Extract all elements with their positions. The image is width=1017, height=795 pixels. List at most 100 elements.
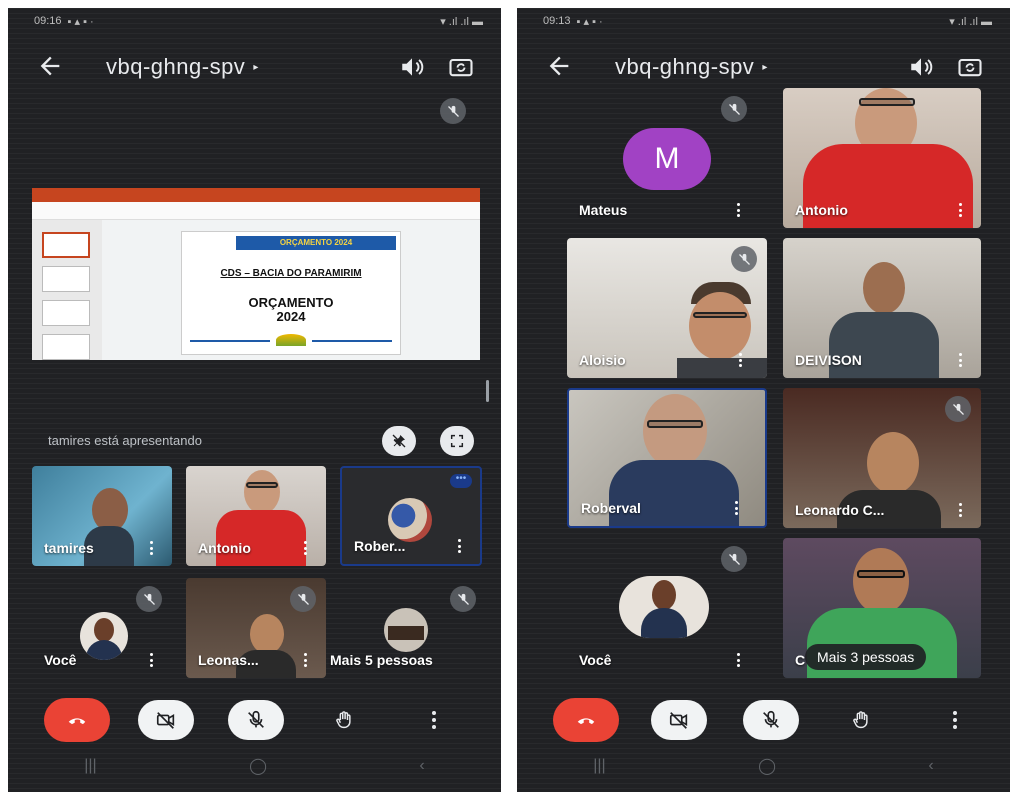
meeting-topbar: vbq-ghng-spv ▸ <box>517 46 1010 86</box>
participant-name: Leonardo C... <box>795 502 885 518</box>
participant-tile-leonardo[interactable]: Leonardo C... <box>783 388 981 528</box>
speaker-icon[interactable] <box>399 54 425 80</box>
participant-tile-roberval[interactable]: Roberval <box>567 388 767 528</box>
participant-tile-tamires[interactable]: tamires <box>32 466 172 566</box>
meeting-code[interactable]: vbq-ghng-spv ▸ <box>106 54 259 80</box>
participant-tile-more[interactable]: C Mais 3 pessoas <box>783 538 981 678</box>
more-vert-icon[interactable] <box>959 503 963 517</box>
more-vert-icon[interactable] <box>150 541 154 555</box>
mic-toggle-button[interactable] <box>228 700 284 740</box>
avatar <box>80 612 128 660</box>
home-icon[interactable]: ◯ <box>249 756 267 776</box>
participant-tile-antonio[interactable]: Antonio <box>186 466 326 566</box>
more-vert-icon[interactable] <box>737 203 741 217</box>
fullscreen-icon <box>450 434 464 448</box>
participant-name: C <box>795 652 806 668</box>
more-vert-icon[interactable] <box>304 653 308 667</box>
raise-hand-button[interactable] <box>841 700 881 740</box>
fullscreen-button[interactable] <box>440 426 474 456</box>
status-bar: 09:13 ▪ ▴ ▪ · ▾ .ıl .ıl ▬ <box>517 8 1010 34</box>
ppt-thumbnails <box>32 220 102 360</box>
mic-off-icon <box>136 586 162 612</box>
mic-off-icon <box>763 710 779 728</box>
home-icon[interactable]: ◯ <box>758 756 776 776</box>
end-call-icon <box>577 718 595 725</box>
back-arrow-icon[interactable] <box>545 52 573 80</box>
pin-off-icon <box>392 434 406 448</box>
participant-tile-deivison[interactable]: DEIVISON <box>783 238 981 378</box>
camera-off-icon <box>156 712 175 729</box>
participant-name: tamires <box>44 540 94 556</box>
mic-off-icon <box>721 96 747 122</box>
more-participants-tile[interactable]: Mais 5 pessoas <box>326 578 486 678</box>
mic-off-icon <box>721 546 747 572</box>
recent-apps-icon[interactable]: ||| <box>84 757 96 775</box>
unpin-button[interactable] <box>382 426 416 456</box>
more-vert-icon[interactable] <box>458 539 462 553</box>
avatar <box>619 576 709 638</box>
back-icon[interactable]: ‹ <box>419 757 424 775</box>
camera-off-icon <box>669 712 688 729</box>
slide-title-line2: 2024 <box>276 309 306 324</box>
shared-screen-presentation[interactable]: ORÇAMENTO 2024 CDS – BACIA DO PARAMIRIM … <box>32 188 480 360</box>
participant-name: Antonio <box>795 202 848 218</box>
slide-thumbnail <box>42 266 90 292</box>
android-navbar: ||| ◯ ‹ <box>8 746 501 786</box>
more-vert-icon[interactable] <box>150 653 154 667</box>
status-time: 09:13 <box>543 15 571 27</box>
android-navbar: ||| ◯ ‹ <box>517 746 1010 786</box>
back-arrow-icon[interactable] <box>36 52 64 80</box>
participant-tile-self[interactable]: Você <box>567 538 767 678</box>
switch-camera-icon[interactable] <box>447 53 475 81</box>
speaking-indicator-icon: ••• <box>450 474 472 488</box>
camera-toggle-button[interactable] <box>138 700 194 740</box>
slide-thumbnail <box>42 232 90 258</box>
mic-off-icon <box>440 98 466 124</box>
participant-tile-aloisio[interactable]: Aloisio <box>567 238 767 378</box>
mic-off-icon <box>450 586 476 612</box>
more-vert-icon[interactable] <box>959 203 963 217</box>
back-icon[interactable]: ‹ <box>928 757 933 775</box>
more-options-button[interactable] <box>935 700 975 740</box>
notification-icons: ▪ ▴ ▪ · <box>67 15 94 28</box>
participant-tile-mateus[interactable]: M Mateus <box>567 88 767 228</box>
raise-hand-button[interactable] <box>324 700 364 740</box>
speaker-icon[interactable] <box>908 54 934 80</box>
end-call-button[interactable] <box>553 698 619 742</box>
signal-battery-icons: ▾ .ıl .ıl ▬ <box>949 15 992 28</box>
mic-toggle-button[interactable] <box>743 700 799 740</box>
notification-icons: ▪ ▴ ▪ · <box>576 15 603 28</box>
participant-tile-antonio[interactable]: Antonio <box>783 88 981 228</box>
participant-tile-self[interactable]: Você <box>32 578 172 678</box>
participant-name: Roberval <box>581 500 641 516</box>
participant-name: Rober... <box>354 538 406 554</box>
slide-rule <box>190 340 270 342</box>
more-vert-icon[interactable] <box>737 653 741 667</box>
switch-camera-icon[interactable] <box>956 53 984 81</box>
scroll-handle[interactable] <box>486 380 489 402</box>
end-call-button[interactable] <box>44 698 110 742</box>
raise-hand-icon <box>336 711 351 729</box>
more-vert-icon[interactable] <box>959 353 963 367</box>
camera-toggle-button[interactable] <box>651 700 707 740</box>
more-vert-icon[interactable] <box>304 541 308 555</box>
more-vert-icon[interactable] <box>739 353 743 367</box>
presenter-bar: tamires está apresentando <box>44 426 481 456</box>
more-vert-icon[interactable] <box>735 501 739 515</box>
call-controls <box>517 698 1010 742</box>
recent-apps-icon[interactable]: ||| <box>593 757 605 775</box>
more-participants-label: Mais 5 pessoas <box>330 652 433 668</box>
participant-name: Você <box>579 652 612 668</box>
participant-tile-leonardo[interactable]: Leonas... <box>186 578 326 678</box>
slide-rule <box>312 340 392 342</box>
avatar <box>388 498 432 542</box>
participant-name: Leonas... <box>198 652 259 668</box>
participant-name: Você <box>44 652 77 668</box>
more-participants-pill[interactable]: Mais 3 pessoas <box>805 644 927 670</box>
more-options-button[interactable] <box>414 700 454 740</box>
meeting-code-text: vbq-ghng-spv <box>106 54 246 79</box>
participant-name: Aloisio <box>579 352 626 368</box>
participant-tile-roberval[interactable]: ••• Rober... <box>340 466 482 566</box>
more-vert-icon <box>953 711 957 729</box>
meeting-code[interactable]: vbq-ghng-spv ▸ <box>615 54 768 80</box>
